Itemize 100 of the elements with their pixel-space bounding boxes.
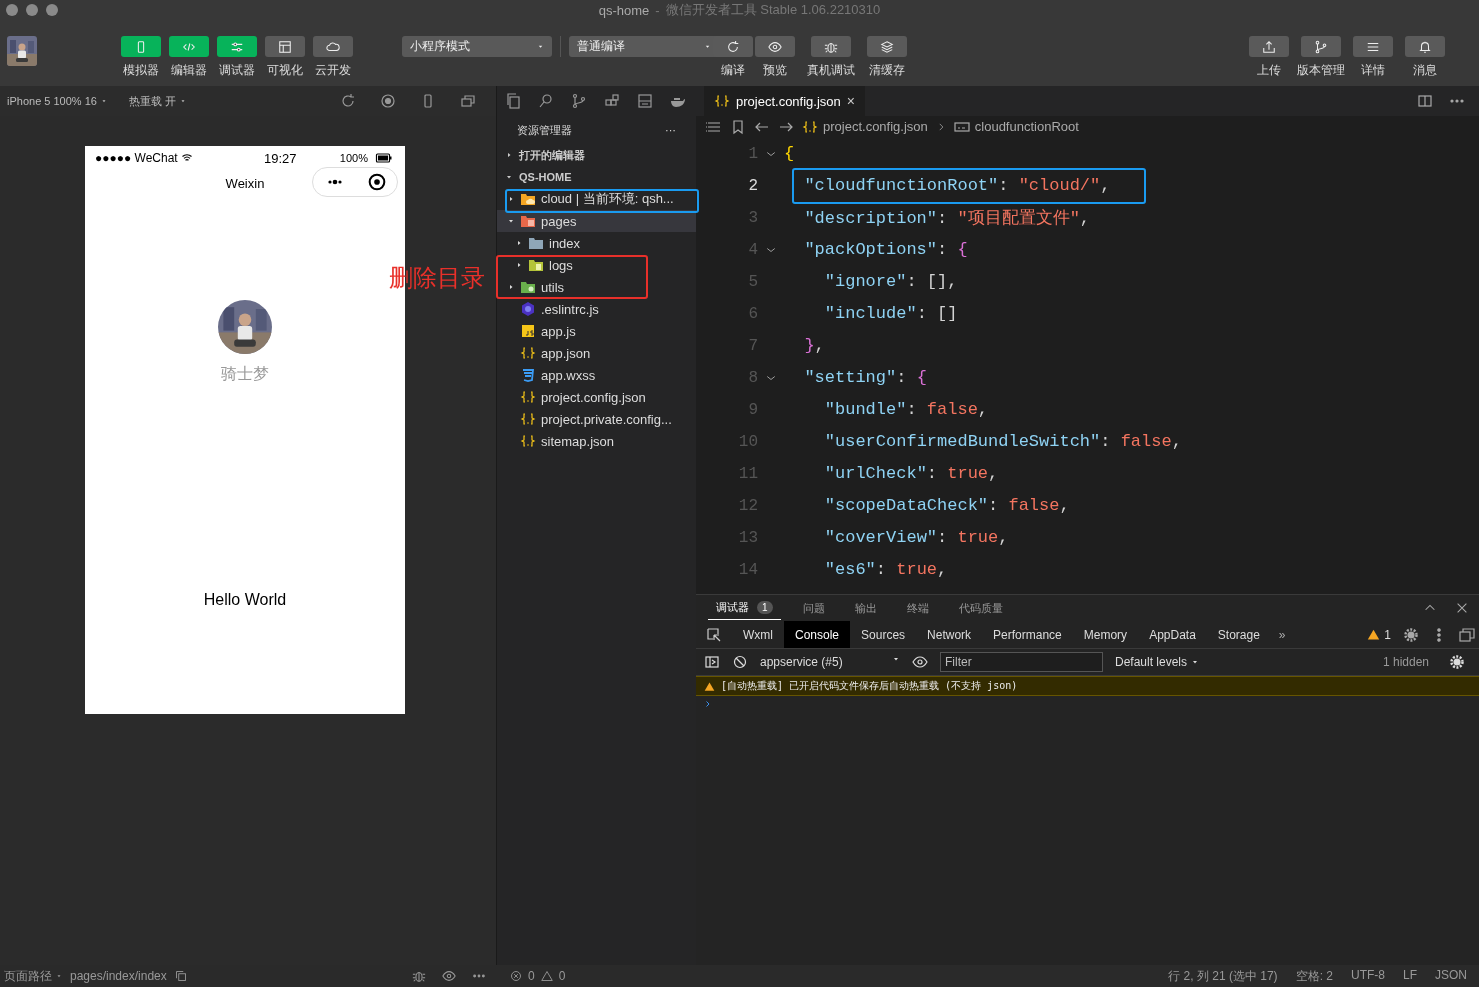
panel-tab[interactable]: 代码质量 (950, 596, 1011, 620)
caret-icon (505, 151, 513, 159)
devtools-tab[interactable]: Network (916, 621, 983, 649)
cloud-icon (326, 39, 340, 54)
json-file-icon (520, 411, 536, 427)
filter-field[interactable]: Filter (940, 652, 1103, 673)
minimize-window-button[interactable] (26, 4, 38, 16)
caret-icon (515, 239, 523, 247)
status-item[interactable]: LF (1402, 967, 1417, 985)
search-icon (538, 93, 554, 109)
refresh-button[interactable] (713, 36, 753, 57)
more-button[interactable]: ··· (665, 124, 676, 136)
context-select[interactable]: appservice (#5) (760, 655, 900, 670)
devtools-tab[interactable]: Storage (1206, 621, 1271, 649)
bug-button[interactable] (811, 36, 851, 57)
toolbar-label: 可视化 (267, 62, 303, 79)
battery-label: 100% (339, 152, 368, 164)
panel-tab[interactable]: 终端 (898, 596, 937, 620)
devtools-tab[interactable]: Memory (1072, 621, 1139, 649)
maximize-window-button[interactable] (46, 4, 58, 16)
mode-select[interactable]: 小程序模式 (402, 36, 552, 57)
caret-icon (507, 195, 515, 203)
toolbar-label: 模拟器 (123, 62, 159, 79)
breadcrumb-item[interactable]: cloudfunctionRoot (953, 119, 1079, 135)
editor-tab[interactable]: project.config.json × (704, 86, 865, 116)
hot-reload-select[interactable]: 热重载 开 (128, 93, 186, 109)
code-line: }, (804, 336, 825, 356)
panel-tab[interactable]: 调试器 1 (708, 596, 781, 621)
code-line: "description": "项目配置文件", (804, 208, 1091, 230)
caret-icon (507, 283, 515, 291)
tree-item[interactable]: pages (497, 210, 696, 232)
hidden-count: 1 hidden (1382, 655, 1429, 670)
tree-item[interactable]: cloud | 当前环境: qsh... (497, 188, 696, 210)
status-item[interactable]: UTF-8 (1350, 967, 1385, 985)
json-file-icon (520, 345, 536, 361)
layout-button[interactable] (265, 36, 305, 57)
settings-icon (1449, 654, 1465, 671)
json-file-icon (714, 93, 730, 109)
folder-icon (528, 257, 544, 273)
error-count: 0 (528, 969, 535, 983)
breadcrumb-item[interactable]: project.config.json (802, 119, 928, 135)
devtools-tab[interactable]: Sources (850, 621, 917, 649)
prompt-icon (704, 700, 712, 709)
caret-icon (515, 261, 523, 269)
list-button[interactable] (1353, 36, 1393, 57)
stop-icon (380, 93, 396, 109)
status-item[interactable]: 空格: 2 (1295, 967, 1333, 985)
tree-item[interactable]: app.json (497, 342, 696, 364)
section-header[interactable]: 打开的编辑器 (497, 144, 696, 166)
page-path-select[interactable]: 页面路径 (4, 967, 62, 985)
close-icon[interactable]: × (846, 93, 855, 109)
phone-button[interactable] (121, 36, 161, 57)
devtools-tab[interactable]: Console (784, 621, 851, 649)
upload-button[interactable] (1249, 36, 1289, 57)
close-window-button[interactable] (6, 4, 18, 16)
tree-item[interactable]: logs (497, 254, 696, 276)
json-file-icon (520, 433, 536, 449)
toolbar-label: 消息 (1413, 62, 1437, 79)
devtools-tab[interactable]: Wxml (732, 621, 784, 649)
caret-icon (56, 973, 62, 979)
layers-button[interactable] (867, 36, 907, 57)
bookmark-icon (730, 119, 746, 135)
css-file-icon (520, 367, 536, 383)
device-select[interactable]: iPhone 5 100% 16 (7, 95, 107, 107)
code-line: "bundle": false, (824, 400, 989, 420)
warning-icon (704, 680, 715, 692)
toolbar-label: 详情 (1361, 62, 1385, 79)
tree-item[interactable]: app.wxss (497, 364, 696, 386)
more-tabs-button[interactable]: » (1270, 621, 1286, 649)
code-line: { (784, 144, 795, 164)
line-number: 2 (747, 176, 758, 195)
status-item[interactable]: JSON (1435, 967, 1467, 985)
eye-icon (442, 969, 456, 983)
bell-button[interactable] (1405, 36, 1445, 57)
toolbar-label: 编辑器 (171, 62, 207, 79)
code-line: "es6": true, (824, 560, 948, 580)
files-icon (505, 93, 521, 109)
json-file-icon (802, 119, 818, 135)
section-header[interactable]: QS-HOME (497, 166, 696, 188)
toolbar-label: 真机调试 (807, 62, 855, 79)
tree-item[interactable]: project.private.config... (497, 408, 696, 430)
tree-item[interactable]: project.config.json (497, 386, 696, 408)
panel-tab[interactable]: 输出 (846, 596, 885, 620)
branch-icon (1314, 39, 1328, 54)
eye-button[interactable] (755, 36, 795, 57)
devtools-tab[interactable]: AppData (1138, 621, 1207, 649)
tree-item[interactable]: .eslintrc.js (497, 298, 696, 320)
tree-item[interactable]: index (497, 232, 696, 254)
branch-icon (571, 93, 587, 109)
caret-icon (507, 217, 515, 225)
cloud-button[interactable] (313, 36, 353, 57)
devtools-tab[interactable]: Performance (982, 621, 1073, 649)
sliders-button[interactable] (217, 36, 257, 57)
levels-select[interactable]: Default levels (1115, 655, 1200, 670)
tree-item[interactable]: utils (497, 276, 696, 298)
panel-tab[interactable]: 问题 (794, 596, 833, 620)
branch-button[interactable] (1301, 36, 1341, 57)
status-item[interactable]: 行 2, 列 21 (选中 17) (1168, 967, 1278, 985)
tree-item[interactable]: sitemap.json (497, 430, 696, 452)
tree-item[interactable]: app.js (497, 320, 696, 342)
